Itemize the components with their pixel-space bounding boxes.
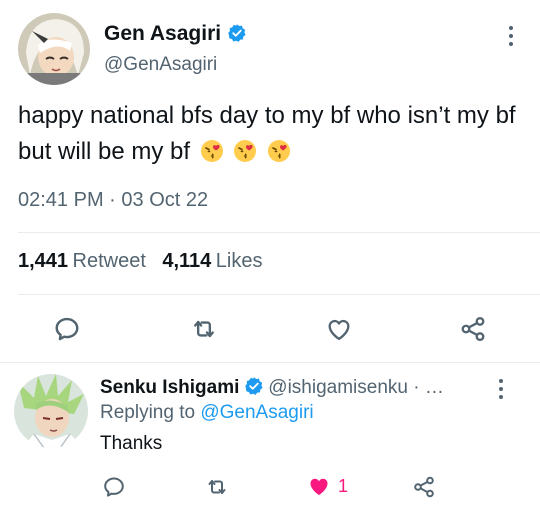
likes-stat[interactable]: 4,114 Likes [162,250,262,272]
likes-count: 4,114 [162,250,212,272]
more-options-icon[interactable] [508,26,514,46]
likes-label: Likes [215,250,263,272]
replying-to-line: Replying to @GenAsagiri [100,402,314,424]
reply-icon[interactable] [50,314,84,344]
kissing-heart-emoji-icon [234,140,257,162]
retweet-icon[interactable] [202,474,232,500]
retweets-count: 1,441 [18,250,69,272]
like-icon[interactable] [322,314,356,344]
reply-author-name[interactable]: Senku Ishigami [100,377,239,398]
share-icon[interactable] [456,314,490,344]
kissing-heart-emoji-icon [200,140,223,162]
more-options-icon[interactable] [498,379,504,399]
tweet-time: 02:41 PM [18,189,104,211]
kissing-heart-emoji-icon [268,140,291,162]
tweet-timestamp[interactable]: 02:41 PM · 03 Oct 22 [18,189,208,212]
author-name-row[interactable]: Gen Asagiri [104,22,247,46]
like-filled-icon [310,478,328,495]
verified-badge-icon [228,24,246,42]
divider [18,294,540,295]
reply-text: Thanks [100,433,163,454]
retweets-label: Retweet [72,250,146,272]
reply-like-button[interactable]: 1 [306,474,348,498]
retweet-icon[interactable] [186,314,222,344]
reply-author-handle[interactable]: @ishigamisenku · … [268,377,444,398]
reply-header: Senku Ishigami @ishigamisenku · … [100,376,444,399]
reply-icon[interactable] [100,474,128,500]
author-name[interactable]: Gen Asagiri [104,22,221,45]
senku-avatar[interactable] [14,374,88,448]
timestamp-separator: · [109,189,116,211]
author-handle[interactable]: @GenAsagiri [104,54,217,76]
tweet-text: happy national bfs day to my bf who isn’… [18,98,523,170]
verified-badge-icon [245,377,263,395]
reply-like-count: 1 [338,475,349,496]
divider [18,232,540,233]
gen-avatar[interactable] [18,13,90,85]
replying-to-link[interactable]: @GenAsagiri [200,402,313,423]
gen-avatar-image [18,13,90,85]
senku-avatar-image [14,374,88,448]
stats-row: 1,441 Retweet 4,114 Likes [18,250,262,273]
replying-to-prefix: Replying to [100,402,196,423]
tweet-date: 03 Oct 22 [121,189,209,211]
divider [0,362,540,363]
retweets-stat[interactable]: 1,441 Retweet [18,250,150,272]
share-icon[interactable] [410,474,438,500]
